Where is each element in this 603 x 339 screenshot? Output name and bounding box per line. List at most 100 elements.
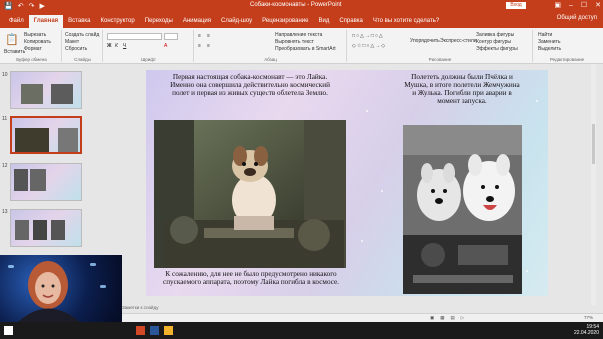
vertical-scrollbar[interactable]	[591, 64, 596, 313]
shapes-gallery-row2[interactable]: ◇☆□○△→◇	[352, 43, 386, 49]
cut-button[interactable]: Вырезать	[24, 32, 46, 38]
text-laika-intro[interactable]: Первая настоящая собака-космонавт — это …	[166, 73, 334, 97]
notes-bar[interactable]: Заметки к слайду	[98, 305, 603, 313]
tab-animations[interactable]: Анимация	[178, 15, 216, 28]
align-text-button[interactable]: Выровнять текст	[275, 39, 314, 45]
sparkle	[381, 190, 383, 192]
maximize-icon[interactable]: ☐	[581, 0, 587, 12]
presenter-illustration	[18, 261, 80, 322]
reading-view-icon[interactable]: ▤	[451, 315, 455, 321]
copy-button[interactable]: Копировать	[24, 39, 51, 45]
shape-fill-button[interactable]: Заливка фигуры	[476, 32, 514, 38]
font-color-button[interactable]: A	[164, 43, 167, 49]
slides-group-label: Слайды	[74, 57, 91, 62]
thumbnail-photo	[14, 169, 28, 191]
redo-icon[interactable]: ↷	[29, 2, 35, 10]
slide-thumbnail-10[interactable]	[10, 71, 82, 109]
font-size-select[interactable]	[164, 33, 178, 40]
italic-button[interactable]: К	[115, 43, 118, 49]
present-icon[interactable]: ▶	[39, 2, 44, 10]
clipboard-group-label: Буфер обмена	[16, 57, 47, 62]
paste-button[interactable]: Вставить	[4, 49, 25, 55]
align-left-icon[interactable]: ≡	[198, 43, 201, 49]
tab-slideshow[interactable]: Слайд-шоу	[216, 15, 257, 28]
scrollbar-thumb[interactable]	[592, 124, 595, 164]
text-laika-fate[interactable]: К сожалению, для нее не было предусмотре…	[158, 270, 344, 286]
thumbnail-photo	[21, 84, 43, 104]
slideshow-view-icon[interactable]: ▷	[461, 315, 464, 321]
powerpoint-taskbar-icon[interactable]	[136, 326, 145, 335]
bold-button[interactable]: Ж	[107, 43, 112, 49]
system-tray-clock[interactable]: 19:54 22.04.2020	[574, 324, 599, 336]
laika-illustration	[154, 120, 346, 268]
shape-outline-button[interactable]: Контур фигуры	[476, 39, 511, 45]
notes-placeholder: Заметки к слайду	[122, 305, 159, 310]
quick-styles-button[interactable]: Экспресс-стили	[440, 38, 477, 44]
select-button[interactable]: Выделить	[538, 46, 561, 52]
ribbon-display-icon[interactable]: ▣	[554, 0, 561, 12]
text-bee-and-fly[interactable]: Полететь должны были Пчёлка и Мушка, в и…	[402, 73, 522, 105]
bullets-icon[interactable]: ≡	[198, 33, 201, 39]
undo-icon[interactable]: ↶	[18, 2, 24, 10]
replace-button[interactable]: Заменить	[538, 39, 560, 45]
clipboard-group: 📋 Вставить Вырезать Копировать Формат Бу…	[2, 30, 62, 62]
shape-effects-button[interactable]: Эффекты фигуры	[476, 46, 518, 52]
find-button[interactable]: Найти	[538, 32, 552, 38]
tab-transitions[interactable]: Переходы	[140, 15, 178, 28]
tab-design[interactable]: Конструктор	[95, 15, 139, 28]
arrange-button[interactable]: Упорядочить	[410, 38, 440, 44]
tab-help[interactable]: Справка	[334, 15, 368, 28]
explorer-taskbar-icon[interactable]	[164, 326, 173, 335]
windows-start-icon[interactable]	[4, 326, 13, 335]
thumbnail-number: 12	[2, 163, 8, 169]
slide-thumbnail-13[interactable]	[10, 209, 82, 247]
zoom-level[interactable]: 77%	[584, 315, 593, 320]
tab-review[interactable]: Рецензирование	[257, 15, 313, 28]
tell-me-search[interactable]: Что вы хотите сделать?	[368, 15, 444, 28]
slide-sorter-icon[interactable]: ▦	[440, 315, 444, 321]
tab-insert[interactable]: Вставка	[63, 15, 95, 28]
thumbnail-photo	[30, 169, 46, 191]
underline-button[interactable]: Ч	[123, 43, 126, 49]
minimize-icon[interactable]: –	[569, 0, 573, 12]
paragraph-group: ≡ ≡ ≡ ≡ Направление текста Выровнять тек…	[195, 30, 347, 62]
tab-home[interactable]: Главная	[28, 15, 64, 28]
word-taskbar-icon[interactable]	[150, 326, 159, 335]
tab-view[interactable]: Вид	[313, 15, 334, 28]
sparkle	[526, 270, 528, 272]
smartart-button[interactable]: Преобразовать в SmartArt	[275, 46, 336, 52]
paste-icon[interactable]: 📋	[5, 33, 19, 46]
close-icon[interactable]: ✕	[595, 0, 601, 12]
laika-photo[interactable]	[154, 120, 346, 268]
reset-button[interactable]: Сбросить	[65, 46, 87, 52]
thumbnail-number: 11	[2, 116, 8, 122]
text-direction-button[interactable]: Направление текста	[275, 32, 322, 38]
align-center-icon[interactable]: ≡	[207, 43, 210, 49]
bee-and-fly-photo[interactable]	[403, 125, 522, 294]
new-slide-button[interactable]: Создать слайд	[65, 32, 99, 38]
normal-view-icon[interactable]: ▣	[430, 315, 434, 321]
slide-editing-area: Первая настоящая собака-космонавт — это …	[98, 64, 596, 313]
thumbnail-photo	[33, 220, 47, 240]
save-icon[interactable]: 💾	[4, 2, 13, 10]
tab-file[interactable]: Файл	[4, 15, 29, 28]
format-painter-button[interactable]: Формат	[24, 46, 42, 52]
share-button[interactable]: Общий доступ	[557, 15, 597, 21]
font-family-select[interactable]	[107, 33, 162, 40]
window-controls: ▣ – ☐ ✕	[554, 0, 601, 12]
numbering-icon[interactable]: ≡	[207, 33, 210, 39]
dogs-illustration	[403, 125, 522, 294]
current-slide[interactable]: Первая настоящая собака-космонавт — это …	[146, 70, 548, 296]
layout-button[interactable]: Макет	[65, 39, 79, 45]
sign-in-button[interactable]: Вход	[506, 2, 526, 9]
slides-group: Создать слайд Макет Сбросить Слайды	[63, 30, 103, 62]
thumbnail-photo	[15, 220, 29, 240]
shapes-gallery[interactable]: □○△→□○△	[352, 33, 384, 39]
clock-date: 22.04.2020	[573, 330, 599, 336]
thumbnail-number: 13	[2, 209, 8, 215]
slide-thumbnail-12[interactable]	[10, 163, 82, 201]
slide-thumbnail-11[interactable]	[10, 116, 82, 154]
webcam-overlay	[0, 255, 122, 322]
thumbnail-photo	[58, 128, 78, 152]
editing-group-label: Редактирование	[549, 57, 585, 62]
